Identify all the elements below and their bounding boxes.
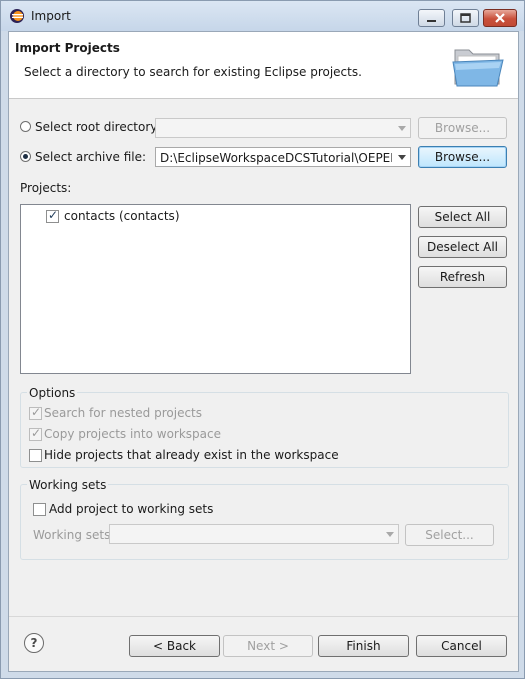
import-dialog: Import Import Projects Select a director… (0, 0, 525, 679)
window-title: Import (31, 9, 71, 23)
copy-projects-checkbox[interactable] (29, 426, 42, 441)
root-directory-label: Select root directory: (35, 120, 161, 134)
next-button[interactable]: Next > (223, 635, 313, 657)
footer-separator (9, 616, 518, 617)
close-button[interactable] (483, 9, 517, 27)
dialog-body: Import Projects Select a directory to se… (8, 31, 519, 672)
chevron-down-icon (398, 126, 406, 131)
search-nested-checkbox[interactable] (29, 405, 42, 420)
hide-existing-checkbox[interactable] (29, 449, 42, 462)
working-sets-title: Working sets (27, 478, 109, 492)
minimize-button[interactable] (418, 9, 445, 27)
working-sets-combo[interactable] (109, 524, 399, 544)
select-working-sets-button[interactable]: Select... (405, 524, 494, 546)
title-bar[interactable]: Import (1, 1, 524, 31)
projects-list[interactable]: contacts (contacts) (20, 204, 411, 374)
header-banner: Import Projects Select a directory to se… (9, 32, 518, 99)
chevron-down-icon (398, 155, 406, 160)
deselect-all-button[interactable]: Deselect All (418, 236, 507, 258)
root-directory-radio[interactable] (20, 121, 31, 132)
copy-projects-label: Copy projects into workspace (44, 427, 222, 441)
select-all-button[interactable]: Select All (418, 206, 507, 228)
cancel-button[interactable]: Cancel (416, 635, 507, 657)
working-sets-group (20, 484, 509, 560)
maximize-icon (460, 13, 471, 23)
search-nested-label: Search for nested projects (44, 406, 203, 420)
add-working-sets-label: Add project to working sets (49, 502, 214, 516)
archive-file-label: Select archive file: (35, 150, 147, 164)
back-button[interactable]: < Back (129, 635, 220, 657)
project-checkbox[interactable] (46, 208, 59, 223)
working-sets-label: Working sets: (33, 528, 115, 542)
minimize-icon (427, 20, 436, 22)
project-label: contacts (contacts) (64, 209, 180, 223)
page-title: Import Projects (15, 41, 120, 55)
help-icon[interactable]: ? (24, 633, 44, 653)
chevron-down-icon (386, 532, 394, 537)
finish-button[interactable]: Finish (318, 635, 409, 657)
archive-file-combo[interactable]: D:\EclipseWorkspaceDCSTutorial\OEPEDCST (155, 147, 411, 167)
maximize-button[interactable] (452, 9, 479, 27)
folder-open-icon (452, 49, 504, 87)
list-item[interactable]: contacts (contacts) (46, 208, 246, 225)
hide-existing-label: Hide projects that already exist in the … (44, 448, 339, 462)
archive-file-radio[interactable] (20, 151, 31, 162)
projects-label: Projects: (20, 181, 72, 195)
page-description: Select a directory to search for existin… (24, 65, 362, 79)
archive-browse-button[interactable]: Browse... (418, 146, 507, 168)
archive-file-value: D:\EclipseWorkspaceDCSTutorial\OEPEDCST (160, 151, 392, 165)
root-directory-combo[interactable] (155, 118, 411, 138)
root-browse-button[interactable]: Browse... (418, 117, 507, 139)
eclipse-icon (10, 9, 24, 23)
close-icon (495, 13, 505, 23)
refresh-button[interactable]: Refresh (418, 266, 507, 288)
options-title: Options (27, 386, 78, 400)
add-working-sets-checkbox[interactable] (33, 503, 46, 516)
